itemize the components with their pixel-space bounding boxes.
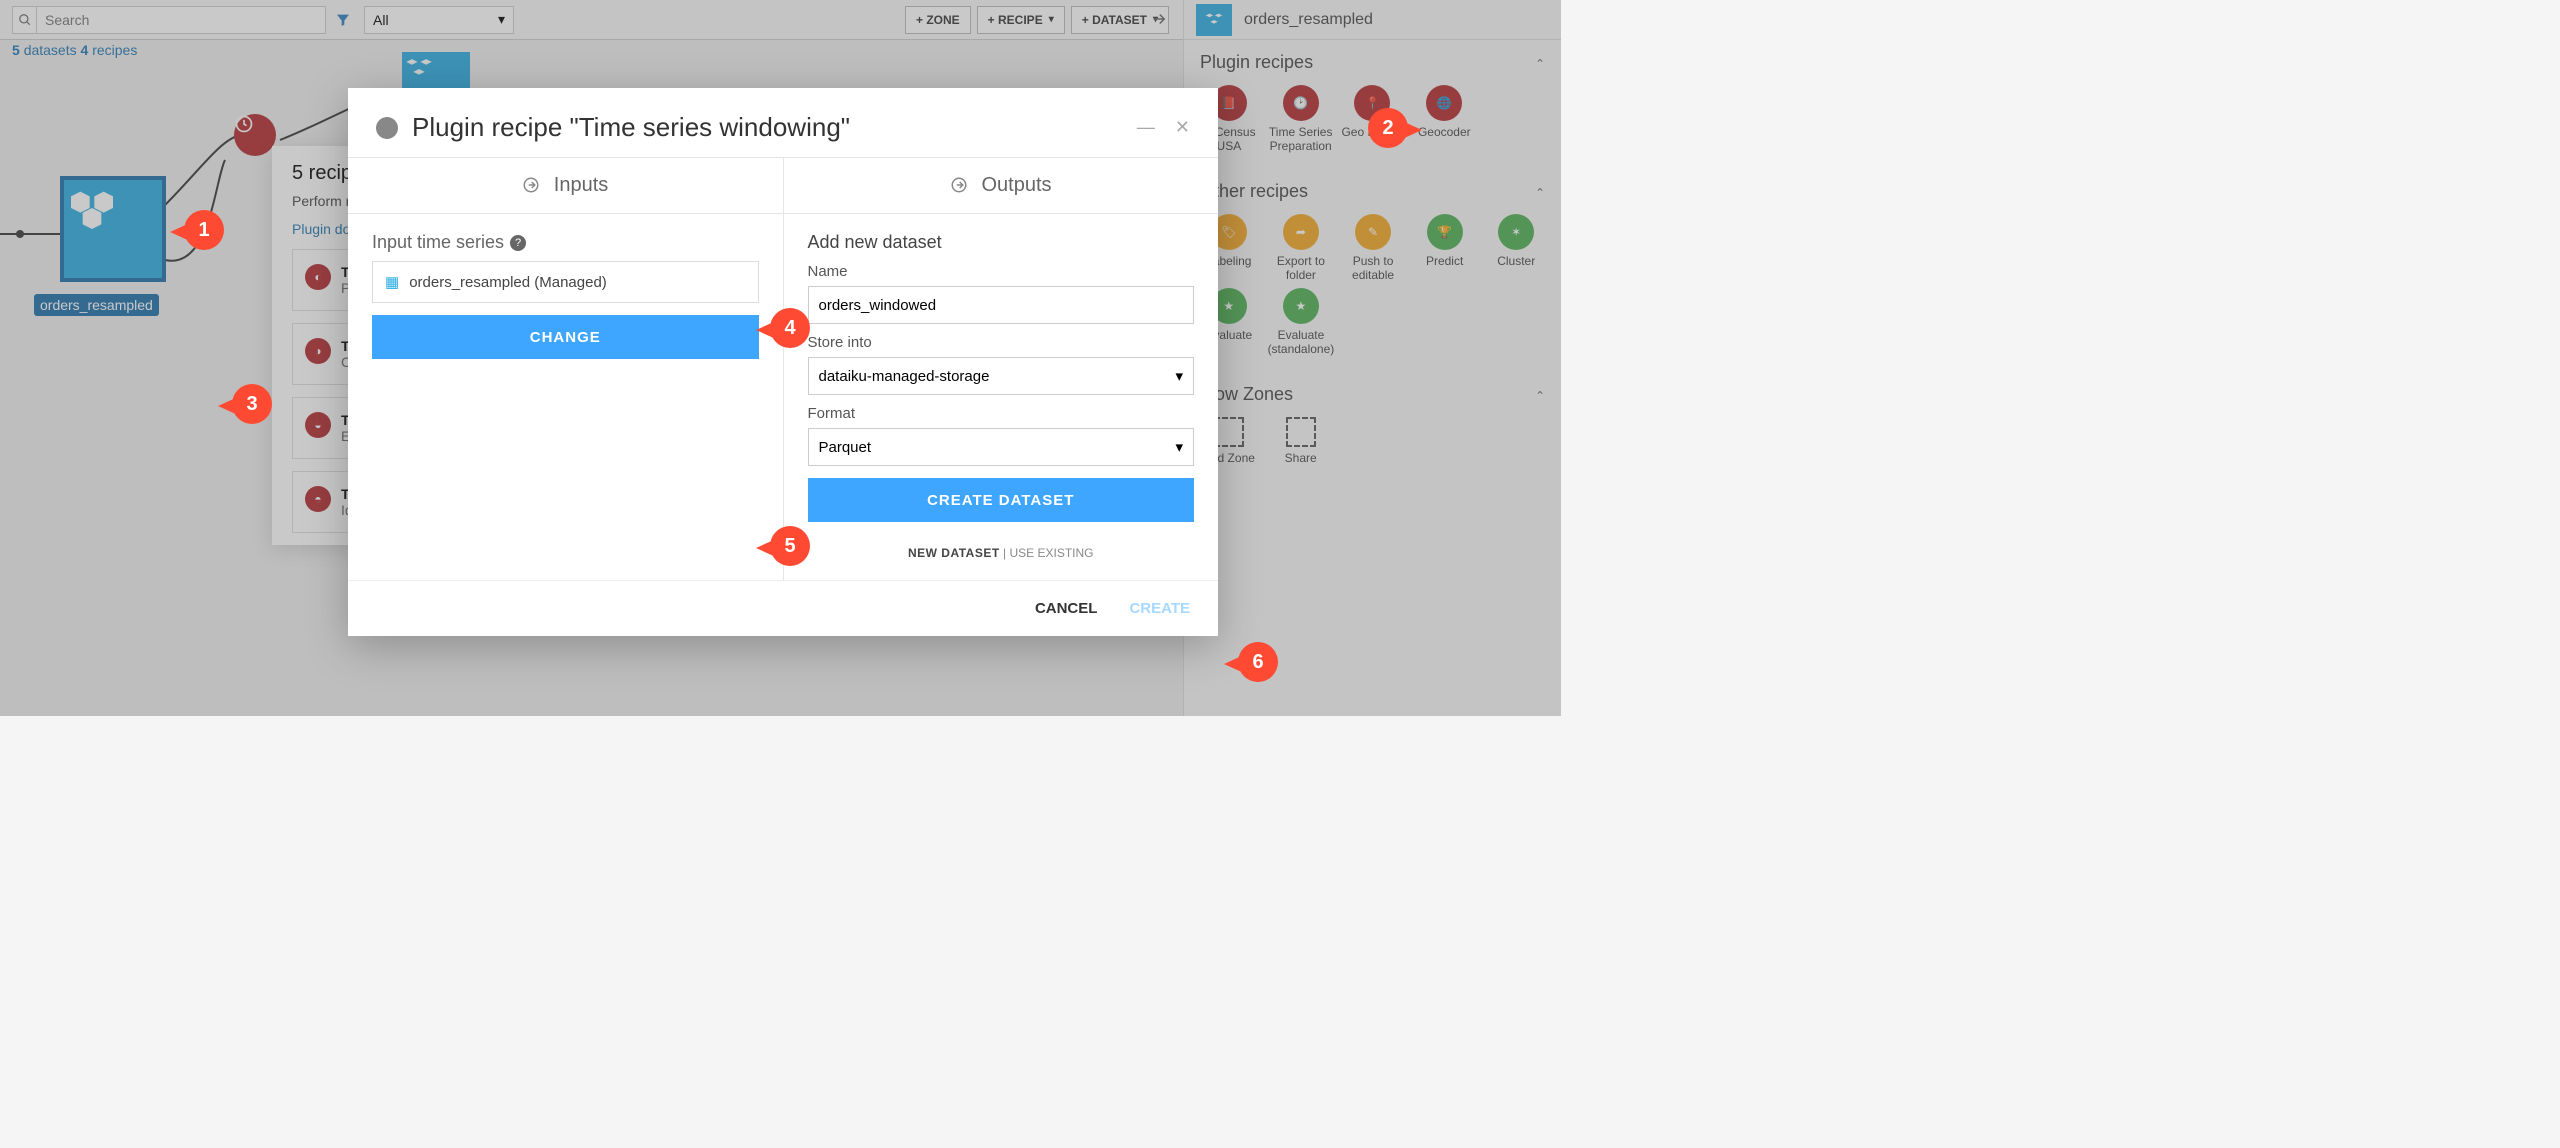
change-input-button[interactable]: CHANGE bbox=[372, 315, 759, 359]
annotation-bubble-6: 6 bbox=[1224, 642, 1278, 686]
annotation-bubble-4: 4 bbox=[756, 308, 810, 352]
store-select[interactable]: dataiku-managed-storage▾ bbox=[808, 357, 1195, 395]
modal-title: Plugin recipe "Time series windowing" bbox=[412, 112, 850, 143]
help-icon[interactable]: ? bbox=[510, 235, 526, 251]
create-dataset-button[interactable]: CREATE DATASET bbox=[808, 478, 1195, 522]
cancel-button[interactable]: CANCEL bbox=[1035, 600, 1098, 617]
output-name-input[interactable] bbox=[808, 286, 1195, 324]
format-label: Format bbox=[808, 405, 1195, 422]
input-dataset-row: ▦ orders_resampled (Managed) bbox=[372, 261, 759, 303]
format-select[interactable]: Parquet▾ bbox=[808, 428, 1195, 466]
dataset-small-icon: ▦ bbox=[385, 273, 399, 291]
new-dataset-toggle[interactable]: NEW DATASET | USE EXISTING bbox=[808, 546, 1195, 560]
store-label: Store into bbox=[808, 334, 1195, 351]
minimize-icon[interactable]: — bbox=[1137, 117, 1155, 138]
input-field-label: Input time series? bbox=[372, 232, 759, 253]
close-icon[interactable]: ✕ bbox=[1175, 117, 1190, 138]
create-button[interactable]: CREATE bbox=[1129, 600, 1190, 617]
annotation-bubble-3: 3 bbox=[218, 384, 272, 428]
add-dataset-heading: Add new dataset bbox=[808, 232, 1195, 253]
annotation-bubble-1: 1 bbox=[170, 210, 224, 254]
annotation-bubble-5: 5 bbox=[756, 526, 810, 570]
name-label: Name bbox=[808, 263, 1195, 280]
inputs-header: Inputs bbox=[348, 158, 783, 214]
outputs-header: Outputs bbox=[784, 158, 1219, 214]
modal-plugin-icon bbox=[376, 117, 398, 139]
annotation-bubble-2: 2 bbox=[1368, 108, 1422, 152]
